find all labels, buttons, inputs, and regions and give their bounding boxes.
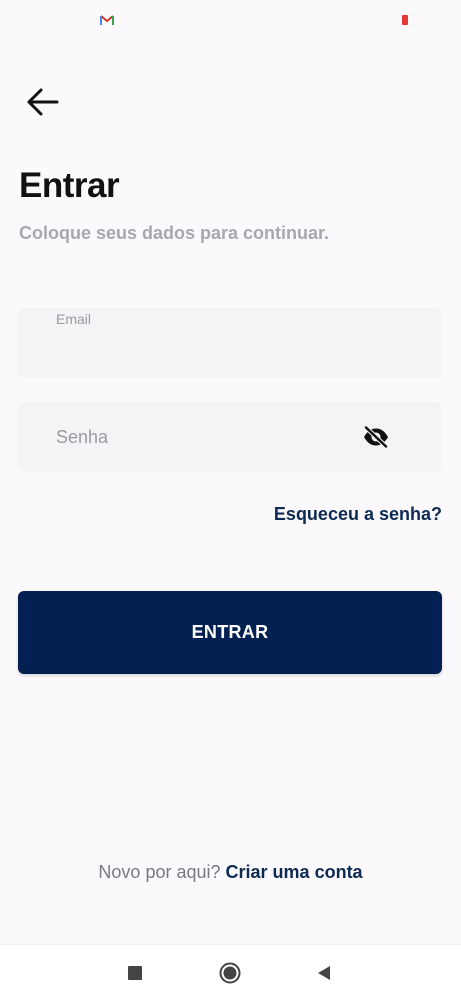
forgot-password-link[interactable]: Esqueceu a senha? [274,504,442,525]
circle-icon[interactable] [219,962,241,984]
email-field[interactable]: Email [18,308,442,378]
signup-prompt: Novo por aqui? [98,862,221,882]
system-nav-bar [0,944,461,1000]
password-field[interactable] [18,402,442,472]
triangle-icon[interactable] [316,965,332,981]
page-title: Entrar [19,166,120,205]
status-bar [0,0,461,40]
login-screen: Entrar Coloque seus dados para continuar… [0,0,461,1000]
page-subtitle: Coloque seus dados para continuar. [19,223,330,243]
login-button[interactable]: ENTRAR [18,591,442,674]
battery-icon [402,15,408,25]
eye-off-icon [364,426,388,448]
gmail-icon [100,15,114,25]
create-account-link[interactable]: Criar uma conta [226,862,363,882]
password-visibility-toggle[interactable] [360,424,392,450]
signup-row: Novo por aqui? Criar uma conta [0,862,461,883]
email-input[interactable] [56,338,416,366]
email-label: Email [56,311,92,327]
back-button[interactable] [20,80,64,124]
password-input[interactable] [56,422,346,452]
arrow-left-icon [27,88,59,116]
square-icon[interactable] [128,966,142,980]
